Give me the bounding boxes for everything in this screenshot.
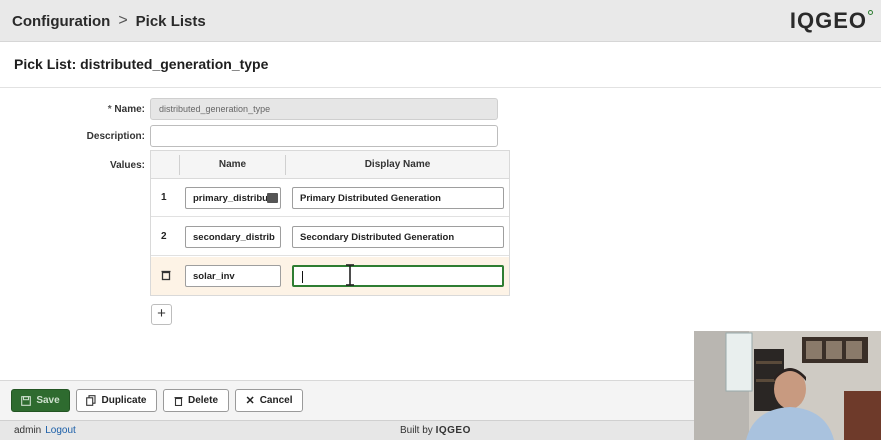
add-value-button[interactable]: +: [151, 304, 172, 325]
save-button[interactable]: Save: [11, 389, 70, 412]
row-name-input[interactable]: solar_inv: [185, 265, 281, 287]
breadcrumb-pick-lists[interactable]: Pick Lists: [136, 13, 206, 30]
top-bar: Configuration > Pick Lists IQGEO: [0, 0, 881, 42]
built-by-brand: IQGEO: [435, 425, 471, 436]
built-by-text: Built by: [400, 425, 433, 436]
name-label-text: Name:: [114, 104, 145, 115]
text-caret: [302, 271, 303, 283]
close-icon: ✕: [245, 395, 255, 407]
logo-dot-icon: [868, 10, 873, 15]
description-field[interactable]: [150, 125, 498, 147]
table-row: solar_inv: [151, 257, 509, 295]
built-by: Built by IQGEO: [400, 425, 471, 436]
table-row: 2 secondary_distrib Secondary Distribute…: [151, 218, 509, 256]
webcam-video-feed: [694, 331, 881, 440]
breadcrumb-configuration[interactable]: Configuration: [12, 13, 110, 30]
delete-button[interactable]: Delete: [163, 389, 229, 412]
required-marker: *: [107, 104, 112, 115]
logo-text: IQGEO: [789, 8, 867, 33]
cancel-button[interactable]: ✕ Cancel: [235, 389, 303, 412]
row-index: 1: [161, 192, 167, 203]
values-table-header: Name Display Name: [151, 151, 509, 179]
duplicate-label: Duplicate: [101, 395, 147, 406]
row-display-name-input[interactable]: [292, 265, 504, 287]
edit-icon[interactable]: [267, 193, 278, 203]
copy-icon: [86, 395, 97, 406]
table-row: 1 primary_distribut Primary Distributed …: [151, 179, 509, 217]
save-label: Save: [36, 395, 60, 406]
row-name-input[interactable]: primary_distribut: [185, 187, 281, 209]
description-label: Description:: [86, 131, 145, 142]
row-display-name-input[interactable]: Primary Distributed Generation: [292, 187, 504, 209]
column-header-name: Name: [218, 159, 247, 170]
name-field[interactable]: distributed_generation_type: [150, 98, 498, 120]
page-header: Pick List: distributed_generation_type: [0, 42, 881, 88]
floppy-disk-icon: [21, 395, 32, 406]
username: admin: [14, 425, 42, 436]
iqgeo-logo: IQGEO: [789, 8, 873, 34]
row-name-input[interactable]: secondary_distrib: [185, 226, 281, 248]
row-display-name-input[interactable]: Secondary Distributed Generation: [292, 226, 504, 248]
duplicate-button[interactable]: Duplicate: [76, 389, 157, 412]
text-cursor-icon: [346, 264, 354, 286]
chevron-right-icon: >: [118, 12, 128, 29]
name-label: * Name:: [15, 104, 145, 115]
values-table: Name Display Name 1 primary_distribut Pr…: [150, 150, 510, 296]
values-label: Values:: [109, 160, 145, 171]
user-info: admin Logout: [14, 425, 76, 436]
webcam-overlay: [694, 331, 881, 440]
cancel-label: Cancel: [259, 395, 293, 406]
trash-icon: [174, 396, 183, 406]
row-name-value: primary_distribut: [193, 193, 272, 204]
logout-link[interactable]: Logout: [45, 425, 76, 436]
delete-label: Delete: [187, 395, 218, 406]
row-index: 2: [161, 231, 167, 242]
column-header-display-name: Display Name: [364, 159, 431, 170]
breadcrumb: Configuration > Pick Lists: [12, 12, 206, 30]
trash-icon[interactable]: [160, 269, 172, 281]
page-title: Pick List: distributed_generation_type: [14, 56, 269, 72]
